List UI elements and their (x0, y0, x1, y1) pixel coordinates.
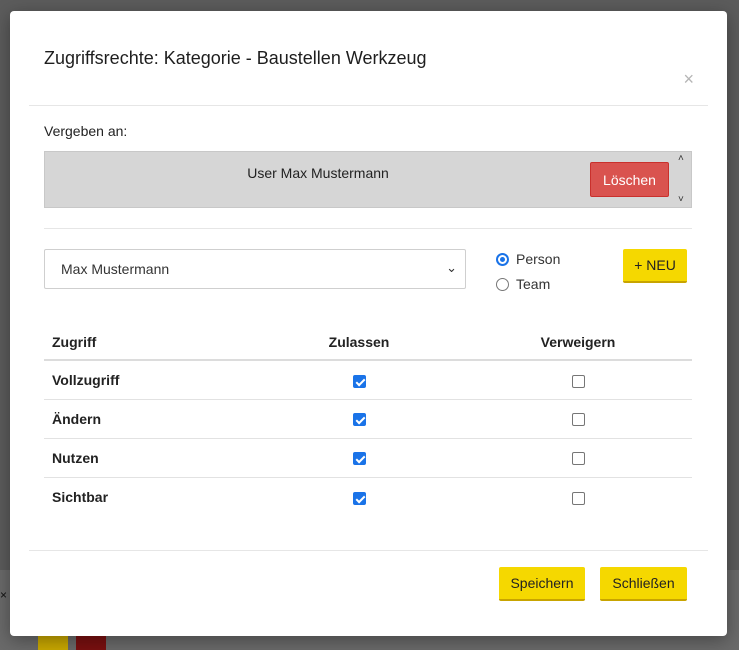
deny-checkbox[interactable] (571, 413, 585, 427)
delete-button[interactable]: Löschen (590, 162, 669, 197)
modal-title: Zugriffsrechte: Kategorie - Baustellen W… (44, 48, 427, 68)
deny-checkbox[interactable] (571, 374, 585, 388)
save-button[interactable]: Speichern (499, 567, 585, 601)
divider (44, 228, 692, 229)
scroll-down-icon[interactable]: ˅ (678, 195, 684, 205)
add-new-button[interactable]: + NEU (623, 249, 687, 283)
modal-header: Zugriffsrechte: Kategorie - Baustellen W… (29, 11, 708, 106)
radio-person-label: Person (516, 251, 561, 267)
permissions-table: Zugriff Zulassen Verweigern Vollzugriff … (44, 324, 692, 516)
permissions-modal: Zugriffsrechte: Kategorie - Baustellen W… (10, 11, 727, 636)
table-header-row: Zugriff Zulassen Verweigern (44, 324, 692, 361)
allow-checkbox[interactable] (352, 413, 366, 427)
radio-person[interactable]: Person (496, 251, 560, 267)
close-icon[interactable]: × (683, 70, 694, 88)
allow-checkbox[interactable] (352, 491, 366, 505)
radio-team-label: Team (516, 276, 551, 292)
scroll-up-icon[interactable]: ˄ (678, 154, 684, 164)
user-select[interactable]: Max Mustermann ⌄ (44, 249, 466, 289)
deny-checkbox[interactable] (571, 452, 585, 466)
chevron-down-icon: ⌄ (446, 260, 457, 275)
row-name: Vollzugriff (44, 360, 254, 400)
radio-team[interactable]: Team (496, 276, 550, 292)
radio-person-circle[interactable] (496, 252, 509, 266)
header-allow: Zulassen (254, 324, 464, 361)
radio-team-circle[interactable] (496, 277, 509, 291)
assigned-list-scrollbar[interactable]: ˄ ˅ (675, 152, 691, 207)
close-button[interactable]: Schließen (600, 567, 687, 601)
table-row: Nutzen (44, 438, 692, 478)
header-access: Zugriff (44, 324, 254, 361)
header-deny: Verweigern (464, 324, 692, 361)
row-name: Sichtbar (52, 488, 109, 505)
background-close-icon: × (0, 588, 8, 602)
footer-divider (29, 550, 708, 551)
table-row: Vollzugriff (44, 360, 692, 400)
allow-checkbox[interactable] (352, 374, 366, 388)
assigned-user-entry: User Max Mustermann (247, 165, 389, 181)
user-select-value: Max Mustermann (61, 261, 170, 277)
table-row: Ändern (44, 399, 692, 439)
table-row: Sichtbar (44, 477, 692, 516)
row-name: Nutzen (44, 438, 254, 478)
row-name: Ändern (44, 399, 254, 439)
deny-checkbox[interactable] (571, 491, 585, 505)
assigned-to-label: Vergeben an: (44, 123, 128, 139)
allow-checkbox[interactable] (352, 452, 366, 466)
assigned-list: User Max Mustermann Löschen ˄ ˅ (44, 151, 692, 208)
